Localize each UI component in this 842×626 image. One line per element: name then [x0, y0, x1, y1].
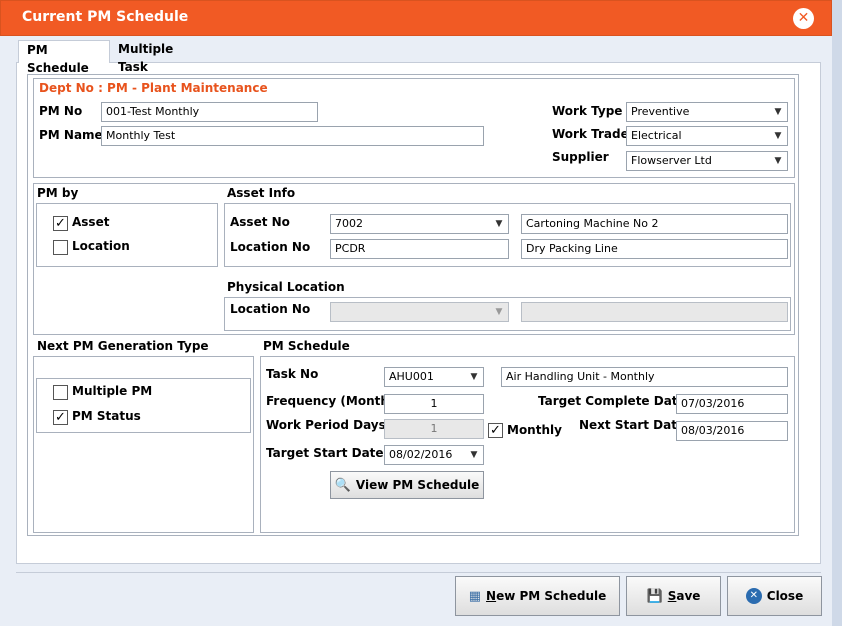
check-icon: ✓ [490, 423, 501, 438]
save-label: Save [668, 589, 701, 603]
physical-location-title: Physical Location [227, 280, 345, 294]
asset-no-label: Asset No [230, 215, 290, 229]
task-no-value: AHU001 [389, 370, 434, 383]
asset-info-title: Asset Info [227, 186, 296, 200]
physical-location-select[interactable]: ▼ [330, 302, 509, 322]
asset-desc-input[interactable]: Cartoning Machine No 2 [521, 214, 788, 234]
chevron-down-icon[interactable]: ▼ [494, 307, 504, 317]
close-label: Close [766, 589, 804, 603]
new-pm-schedule-rest: ew PM Schedule [496, 589, 607, 603]
multiple-pm-label: Multiple PM [72, 384, 153, 398]
target-start-label: Target Start Date [266, 446, 384, 460]
target-complete-input[interactable]: 07/03/2016 [676, 394, 788, 414]
pm-by-box [36, 203, 218, 267]
asset-no-value: 7002 [335, 217, 363, 230]
location-desc-input[interactable]: Dry Packing Line [521, 239, 788, 259]
save-button[interactable]: 💾 Save [626, 576, 721, 616]
pm-name-input[interactable]: Monthly Test [101, 126, 484, 146]
footer-divider [16, 572, 821, 573]
target-start-select[interactable]: 08/02/2016 ▼ [384, 445, 484, 465]
monthly-label: Monthly [507, 423, 562, 437]
monthly-checkbox[interactable]: ✓ [488, 423, 503, 438]
work-trade-value: Electrical [631, 129, 682, 142]
window-edge [832, 0, 842, 626]
next-start-input[interactable]: 08/03/2016 [676, 421, 788, 441]
multiple-pm-checkbox[interactable] [53, 385, 68, 400]
work-trade-select[interactable]: Electrical ▼ [626, 126, 788, 146]
chevron-down-icon[interactable]: ▼ [494, 219, 504, 229]
tab-pm-schedule[interactable]: PM Schedule [18, 40, 110, 75]
new-pm-schedule-label: New PM Schedule [486, 589, 606, 603]
location-no-label: Location No [230, 240, 311, 254]
view-pm-schedule-button[interactable]: 🔍 View PM Schedule [330, 471, 484, 499]
physical-location-desc[interactable] [521, 302, 788, 322]
work-type-value: Preventive [631, 105, 690, 118]
save-rest: ave [676, 589, 701, 603]
pm-status-label: PM Status [72, 409, 141, 423]
frequency-input[interactable]: 1 [384, 394, 484, 414]
pm-no-label: PM No [39, 104, 83, 118]
target-complete-label: Target Complete Date [538, 394, 686, 408]
work-period-label: Work Period Days [266, 418, 386, 432]
work-type-select[interactable]: Preventive ▼ [626, 102, 788, 122]
pm-no-input[interactable]: 001-Test Monthly [101, 102, 318, 122]
frequency-label: Frequency (Months) [266, 394, 402, 408]
asset-checkbox-label: Asset [72, 215, 110, 229]
search-icon: 🔍 [334, 477, 351, 493]
pm-schedule-title: PM Schedule [263, 339, 350, 353]
new-pm-schedule-mnemonic: N [486, 589, 497, 603]
physical-location-no-label: Location No [230, 302, 311, 316]
supplier-label: Supplier [552, 150, 609, 164]
target-start-value: 08/02/2016 [389, 448, 453, 461]
task-desc-input[interactable]: Air Handling Unit - Monthly [501, 367, 788, 387]
window-title: Current PM Schedule [22, 9, 189, 25]
pm-by-title: PM by [37, 186, 79, 200]
location-checkbox-label: Location [72, 239, 130, 253]
next-start-label: Next Start Date [579, 418, 686, 432]
dept-label: Dept No : PM - Plant Maintenance [39, 81, 268, 95]
work-trade-label: Work Trade [552, 127, 629, 141]
close-icon[interactable]: ✕ [793, 8, 814, 29]
chevron-down-icon[interactable]: ▼ [469, 450, 479, 460]
save-icon: 💾 [646, 588, 663, 604]
chevron-down-icon[interactable]: ▼ [773, 107, 783, 117]
chevron-down-icon[interactable]: ▼ [469, 372, 479, 382]
check-icon: ✓ [55, 216, 66, 231]
asset-checkbox[interactable]: ✓ [53, 216, 68, 231]
location-no-input[interactable]: PCDR [330, 239, 509, 259]
task-no-select[interactable]: AHU001 ▼ [384, 367, 484, 387]
new-pm-schedule-button[interactable]: ▦ New PM Schedule [455, 576, 620, 616]
work-type-label: Work Type [552, 104, 623, 118]
view-pm-schedule-label: View PM Schedule [355, 478, 480, 492]
chevron-down-icon[interactable]: ▼ [773, 131, 783, 141]
next-pm-title: Next PM Generation Type [37, 339, 209, 353]
asset-no-select[interactable]: 7002 ▼ [330, 214, 509, 234]
chevron-down-icon[interactable]: ▼ [773, 156, 783, 166]
location-checkbox[interactable] [53, 240, 68, 255]
close-circle-icon: ✕ [745, 588, 762, 604]
calendar-icon: ▦ [468, 588, 482, 604]
pm-status-checkbox[interactable]: ✓ [53, 410, 68, 425]
supplier-select[interactable]: Flowserver Ltd ▼ [626, 151, 788, 171]
close-button[interactable]: ✕ Close [727, 576, 822, 616]
work-period-input[interactable]: 1 [384, 419, 484, 439]
pm-name-label: PM Name [39, 128, 103, 142]
task-no-label: Task No [266, 367, 319, 381]
supplier-value: Flowserver Ltd [631, 154, 712, 167]
tab-multiple-task[interactable]: Multiple Task [110, 40, 205, 74]
check-icon: ✓ [55, 410, 66, 425]
